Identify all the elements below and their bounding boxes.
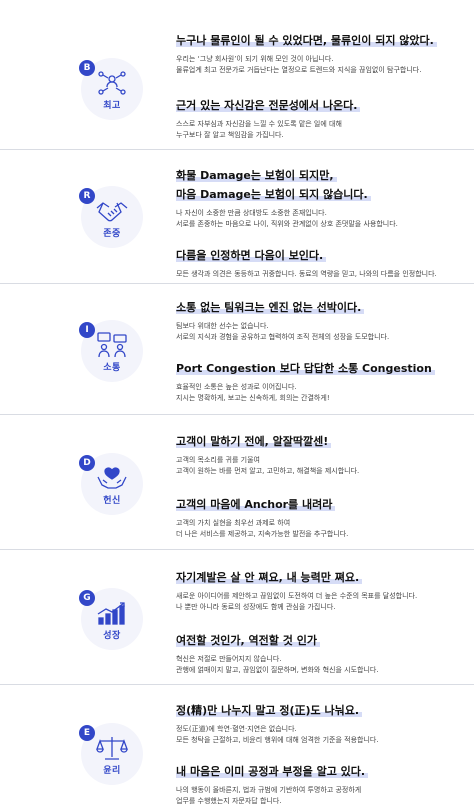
value-letter-g: G bbox=[79, 590, 95, 606]
text-line: 고객의 가치 실현을 최우선 과제로 하여 bbox=[176, 519, 291, 527]
heading-1: 소통 없는 팀워크는 엔진 없는 선박이다. bbox=[176, 301, 365, 314]
value-content-d: 고객이 말하기 전에, 알잘딱깔센! 고객의 목소리를 귀를 기울여 고객이 원… bbox=[176, 430, 466, 540]
heading-2: 내 마음은 이미 공정과 부정을 알고 있다. bbox=[176, 765, 369, 778]
value-label-d: 헌신 bbox=[103, 496, 121, 506]
text-line: 혁신은 저절로 만들어지지 않습니다. bbox=[176, 655, 282, 663]
heading-2: 다름을 인정하면 다음이 보인다. bbox=[176, 249, 327, 262]
text-line: 새로운 아이디어를 제안하고 끊임없이 도전하여 더 높은 수준의 목표를 달성… bbox=[176, 592, 418, 600]
network-people-icon bbox=[96, 70, 128, 96]
text-line: 나 뿐만 아니라 동료의 성장에도 함께 관심을 가집니다. bbox=[176, 603, 336, 611]
value-badge-g: G 성장 bbox=[73, 580, 151, 658]
value-badge-d: D 헌신 bbox=[73, 445, 151, 523]
heading-1: 마음 Damage는 보험이 되지 않습니다. bbox=[176, 188, 371, 201]
value-letter-i: I bbox=[79, 322, 95, 338]
text-line: 우리는 ‘그냥 회사원’이 되기 위해 모인 것이 아닙니다. bbox=[176, 55, 334, 63]
value-section-b: B 최고 누구나 물류인이 될 수 있었다면, 물류인이 되지 않았다. 우리는… bbox=[0, 0, 474, 150]
value-section-e: E 윤리 정(精)만 나누지 말고 정(正)도 나눠요. 정도(正道)에 학연·… bbox=[0, 685, 474, 810]
heading-1: 화물 Damage는 보험이 되지만, bbox=[176, 169, 337, 182]
value-section-i: I 소통 소통 없는 팀워크는 엔진 없는 선박이다. 팀보다 위대한 선수는 … bbox=[0, 284, 474, 415]
text-line: 나 자신이 소중한 만큼 상대방도 소중한 존재입니다. bbox=[176, 209, 327, 217]
text-line: 나의 행동이 올바른지, 법과 규범에 기반하여 투명하고 공정하게 bbox=[176, 786, 362, 794]
value-letter-d: D bbox=[79, 455, 95, 471]
heading-1: 고객이 말하기 전에, 알잘딱깔센! bbox=[176, 435, 332, 448]
handshake-icon bbox=[96, 198, 128, 224]
value-badge-i: I 소통 bbox=[73, 312, 151, 390]
value-section-d: D 헌신 고객이 말하기 전에, 알잘딱깔센! 고객의 목소리를 귀를 기울여 … bbox=[0, 415, 474, 550]
text-line: 누구보다 잘 알고 책임감을 가집니다. bbox=[176, 131, 284, 139]
value-badge-e: E 윤리 bbox=[73, 715, 151, 793]
value-content-r: 화물 Damage는 보험이 되지만, 마음 Damage는 보험이 되지 않습… bbox=[176, 164, 466, 280]
text-line: 고객이 원하는 바를 먼저 알고, 고민하고, 해결책을 제시합니다. bbox=[176, 467, 360, 475]
heading-2: 근거 있는 자신감은 전문성에서 나온다. bbox=[176, 99, 361, 112]
value-section-r: R 존중 화물 Damage는 보험이 되지만, 마음 Damage는 보험이 … bbox=[0, 150, 474, 284]
heading-1: 정(精)만 나누지 말고 정(正)도 나눠요. bbox=[176, 704, 363, 717]
text-line: 정도(正道)에 학연·혈연·지연은 없습니다. bbox=[176, 725, 297, 733]
text-line: 관행에 얽매이지 말고, 끊임없이 질문하며, 변화와 혁신을 시도합니다. bbox=[176, 666, 379, 674]
value-content-g: 자기계발은 살 안 쪄요, 내 능력만 쪄요. 새로운 아이디어를 제안하고 끊… bbox=[176, 566, 466, 676]
text-line: 서로를 존중하는 마음으로 나이, 직위와 관계없이 상호 존댓말을 사용합니다… bbox=[176, 220, 398, 228]
heart-hands-icon bbox=[96, 465, 128, 491]
text-line: 팀보다 위대한 선수는 없습니다. bbox=[176, 322, 269, 330]
value-content-e: 정(精)만 나누지 말고 정(正)도 나눠요. 정도(正道)에 학연·혈연·지연… bbox=[176, 699, 466, 807]
value-letter-b: B bbox=[79, 60, 95, 76]
text-line: 서로의 지식과 경험을 공유하고 협력하여 조직 전체의 성장을 도모합니다. bbox=[176, 333, 390, 341]
scales-icon bbox=[96, 735, 128, 761]
value-section-g: G 성장 자기계발은 살 안 쪄요, 내 능력만 쪄요. 새로운 아이디어를 제… bbox=[0, 550, 474, 685]
value-label-i: 소통 bbox=[103, 363, 121, 373]
chat-people-icon bbox=[96, 332, 128, 358]
value-label-g: 성장 bbox=[103, 631, 121, 641]
text-line: 스스로 자부심과 자신감을 느낄 수 있도록 맡은 일에 대해 bbox=[176, 120, 342, 128]
value-content-i: 소통 없는 팀워크는 엔진 없는 선박이다. 팀보다 위대한 선수는 없습니다.… bbox=[176, 296, 466, 404]
heading-2: 여전할 것인가, 역전할 것 인가 bbox=[176, 634, 320, 647]
text-line: 효율적인 소통은 높은 성과로 이어집니다. bbox=[176, 383, 297, 391]
value-label-e: 윤리 bbox=[103, 766, 121, 776]
text-line: 더 나은 서비스를 제공하고, 지속가능한 발전을 추구합니다. bbox=[176, 530, 349, 538]
heading-2: Port Congestion 보다 답답한 소통 Congestion bbox=[176, 362, 435, 375]
value-content-b: 누구나 물류인이 될 수 있었다면, 물류인이 되지 않았다. 우리는 ‘그냥 … bbox=[176, 29, 466, 141]
heading-1: 자기계발은 살 안 쪄요, 내 능력만 쪄요. bbox=[176, 571, 363, 584]
text-line: 물류업계 최고 전문가로 거듭난다는 열정으로 트렌드와 지식을 끊임없이 탐구… bbox=[176, 66, 422, 74]
heading-1: 누구나 물류인이 될 수 있었다면, 물류인이 되지 않았다. bbox=[176, 34, 437, 47]
heading-2: 고객의 마음에 Anchor를 내려라 bbox=[176, 498, 336, 511]
growth-chart-icon bbox=[96, 600, 128, 626]
text-line: 지시는 명확하게, 보고는 신속하게, 회의는 간결하게! bbox=[176, 394, 330, 402]
value-letter-r: R bbox=[79, 188, 95, 204]
value-label-b: 최고 bbox=[103, 101, 121, 111]
text-line: 고객의 목소리를 귀를 기울여 bbox=[176, 456, 260, 464]
value-badge-b: B 최고 bbox=[73, 50, 151, 128]
text-line: 업무를 수행했는지 자문자답 합니다. bbox=[176, 797, 282, 805]
value-letter-e: E bbox=[79, 725, 95, 741]
text-line: 모든 생각과 의견은 동등하고 귀중합니다. 동료의 역량을 믿고, 나와의 다… bbox=[176, 270, 437, 278]
text-line: 모든 청탁을 근절하고, 비윤리 행위에 대해 엄격한 기준을 적용합니다. bbox=[176, 736, 379, 744]
value-label-r: 존중 bbox=[103, 229, 121, 239]
value-badge-r: R 존중 bbox=[73, 178, 151, 256]
